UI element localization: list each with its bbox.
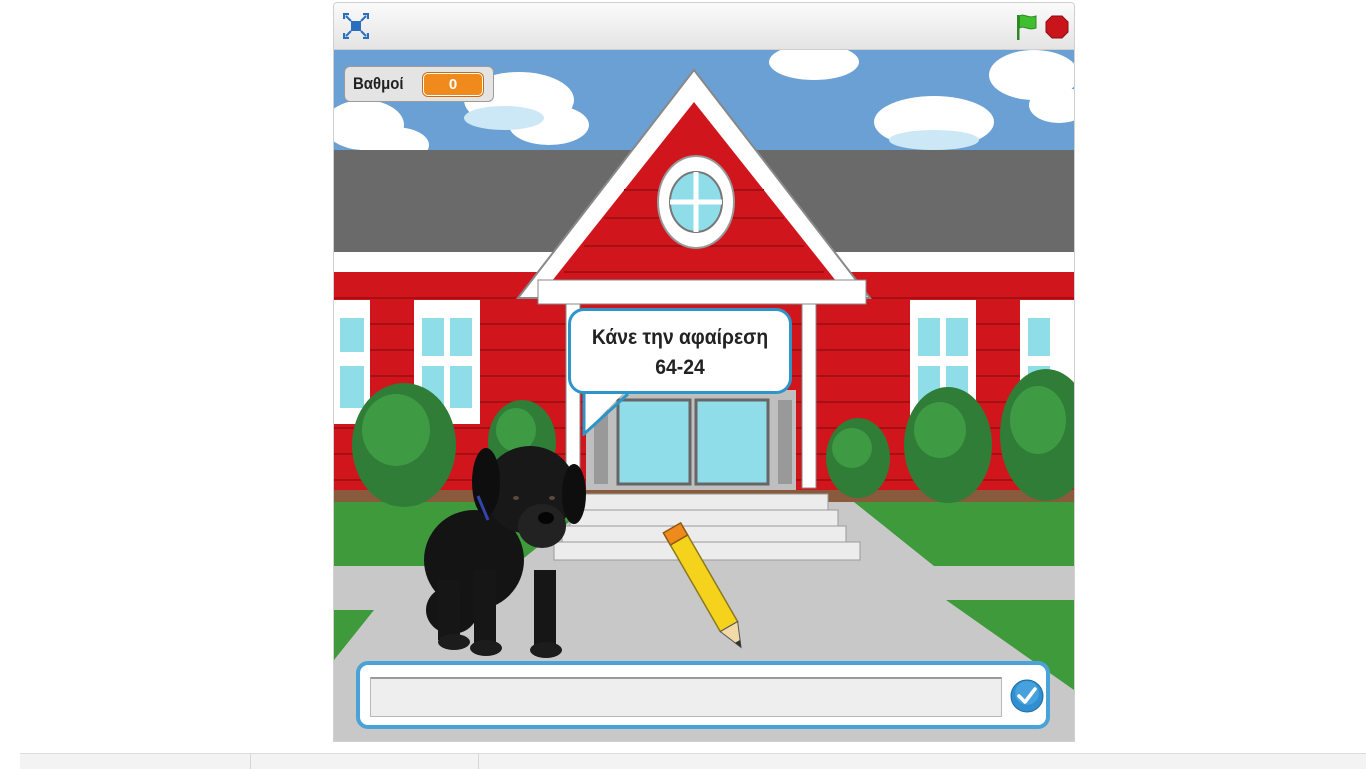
stop-sign-icon[interactable] (1045, 15, 1069, 39)
check-mark-icon[interactable] (1010, 679, 1044, 713)
speech-bubble-tail (582, 388, 630, 436)
bottom-panel-edge (20, 753, 1366, 769)
player-toolbar (334, 3, 1074, 50)
fullscreen-toggle-icon[interactable] (342, 12, 370, 40)
score-variable-monitor: Βαθμοί 0 (344, 66, 494, 102)
speech-line-1: Κάνε την αφαίρεση (591, 326, 769, 349)
school-backdrop (334, 50, 1074, 741)
green-flag-icon[interactable] (1014, 13, 1038, 41)
stage[interactable]: Βαθμοί 0 Κάνε την αφαίρεση 64-24 (334, 50, 1074, 741)
speech-line-2: 64-24 (655, 356, 705, 379)
ask-prompt-box (356, 661, 1050, 729)
scratch-player: Βαθμοί 0 Κάνε την αφαίρεση 64-24 (333, 2, 1075, 742)
score-variable-label: Βαθμοί (353, 74, 404, 93)
speech-bubble: Κάνε την αφαίρεση 64-24 (568, 308, 792, 394)
score-variable-value: 0 (423, 73, 483, 96)
panel-divider (250, 754, 251, 769)
panel-divider (478, 754, 479, 769)
answer-input[interactable] (370, 677, 1002, 717)
